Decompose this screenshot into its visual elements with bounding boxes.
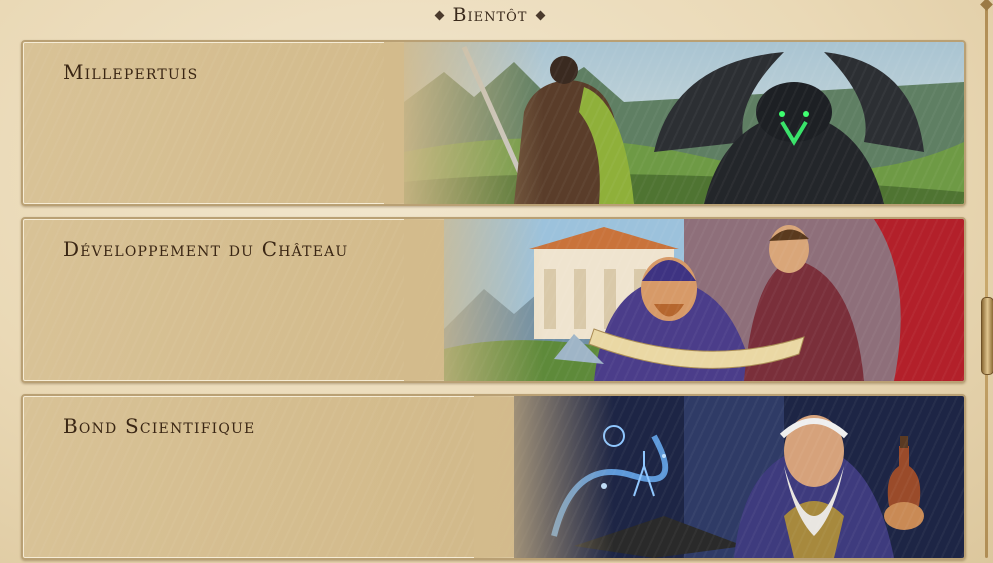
card-title: Millepertuis xyxy=(63,60,199,84)
scrollbar-top-cap xyxy=(980,0,993,11)
diamond-ornament-right xyxy=(536,10,546,20)
scrollbar-thumb[interactable] xyxy=(981,297,993,375)
card-bond-scientifique[interactable]: Bond Scientifique xyxy=(21,394,966,560)
card-title: Développement du Château xyxy=(63,237,349,261)
diamond-ornament-left xyxy=(434,10,444,20)
card-millepertuis[interactable]: Millepertuis xyxy=(21,40,966,206)
art-fade xyxy=(384,42,544,204)
scrollbar[interactable] xyxy=(980,0,993,563)
art-fade xyxy=(404,219,544,381)
art-fade xyxy=(474,396,614,558)
card-developpement-du-chateau[interactable]: Développement du Château xyxy=(21,217,966,383)
section-header: Bientôt xyxy=(0,0,980,30)
card-title: Bond Scientifique xyxy=(63,414,256,438)
section-title: Bientôt xyxy=(452,4,528,26)
scrollbar-track[interactable] xyxy=(985,8,988,558)
